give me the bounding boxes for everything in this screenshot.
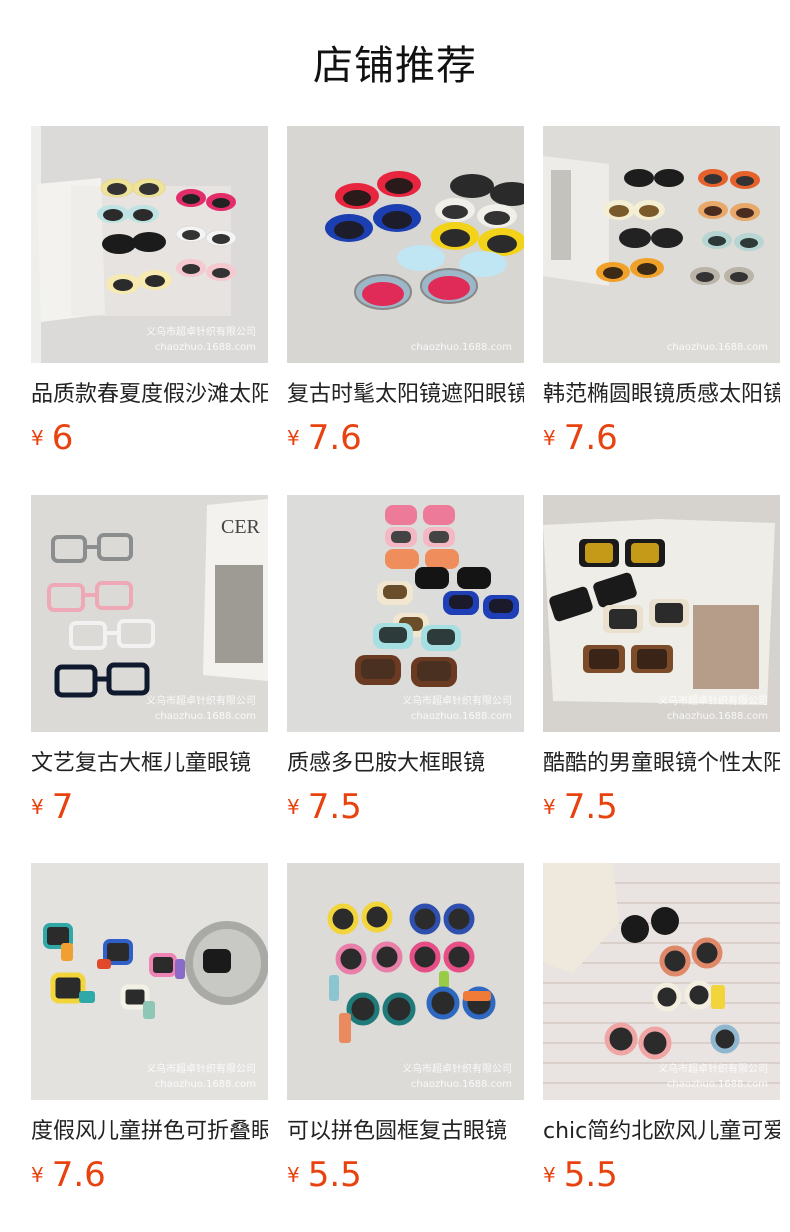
product-card[interactable]: CER 义乌市超卓针织有限公司 chaozhuo.1688.com 文艺复古大框… bbox=[31, 495, 268, 827]
product-price: ¥7.6 bbox=[31, 1155, 106, 1195]
product-photo-sunglasses bbox=[287, 126, 524, 363]
product-image[interactable]: 义乌市超卓针织有限公司 chaozhuo.1688.com bbox=[287, 495, 524, 732]
product-card[interactable]: 义乌市超卓针织有限公司 chaozhuo.1688.com 品质款春夏度假沙滩太… bbox=[31, 126, 268, 458]
product-card[interactable]: chaozhuo.1688.com 韩范椭圆眼镜质感太阳镜 ¥7.6 bbox=[543, 126, 780, 458]
product-title[interactable]: 酷酷的男童眼镜个性太阳镜 bbox=[543, 748, 780, 782]
currency-symbol: ¥ bbox=[31, 426, 44, 450]
price-value: 5.5 bbox=[307, 1155, 362, 1195]
price-value: 7.6 bbox=[51, 1155, 106, 1195]
shop-recommendation-page: 店铺推荐 义乌市超卓针织有限公司 chaozhuo.1688.com 品质款春夏… bbox=[0, 0, 790, 1232]
product-photo-sunglasses bbox=[31, 863, 268, 1100]
product-price: ¥7.5 bbox=[543, 787, 618, 827]
price-value: 5.5 bbox=[563, 1155, 618, 1195]
product-card[interactable]: chaozhuo.1688.com 复古时髦太阳镜遮阳眼镜 ¥7.6 bbox=[287, 126, 524, 458]
product-title[interactable]: 品质款春夏度假沙滩太阳镜 bbox=[31, 379, 268, 413]
product-card[interactable]: 义乌市超卓针织有限公司 chaozhuo.1688.com 酷酷的男童眼镜个性太… bbox=[543, 495, 780, 827]
product-image[interactable]: 义乌市超卓针织有限公司 chaozhuo.1688.com bbox=[543, 495, 780, 732]
product-price: ¥5.5 bbox=[287, 1155, 362, 1195]
product-image[interactable]: CER 义乌市超卓针织有限公司 chaozhuo.1688.com bbox=[31, 495, 268, 732]
currency-symbol: ¥ bbox=[31, 795, 44, 819]
product-price: ¥5.5 bbox=[543, 1155, 618, 1195]
product-price: ¥6 bbox=[31, 418, 73, 458]
currency-symbol: ¥ bbox=[543, 426, 556, 450]
product-photo-sunglasses bbox=[543, 495, 780, 732]
currency-symbol: ¥ bbox=[543, 1163, 556, 1187]
product-image[interactable]: chaozhuo.1688.com bbox=[543, 126, 780, 363]
price-value: 7.5 bbox=[563, 787, 618, 827]
currency-symbol: ¥ bbox=[287, 426, 300, 450]
product-photo-sunglasses bbox=[287, 495, 524, 732]
product-price: ¥7.6 bbox=[287, 418, 362, 458]
product-title[interactable]: 文艺复古大框儿童眼镜 bbox=[31, 748, 268, 782]
price-value: 7.6 bbox=[563, 418, 618, 458]
product-photo-glasses: CER bbox=[31, 495, 268, 732]
page-title: 店铺推荐 bbox=[313, 43, 477, 89]
price-value: 7.5 bbox=[307, 787, 362, 827]
product-image[interactable]: 义乌市超卓针织有限公司 chaozhuo.1688.com bbox=[287, 863, 524, 1100]
product-title[interactable]: chic简约北欧风儿童可爱眼镜 bbox=[543, 1116, 780, 1150]
product-image[interactable]: 义乌市超卓针织有限公司 chaozhuo.1688.com bbox=[31, 863, 268, 1100]
product-card[interactable]: 义乌市超卓针织有限公司 chaozhuo.1688.com 度假风儿童拼色可折叠… bbox=[31, 863, 268, 1195]
product-image[interactable]: 义乌市超卓针织有限公司 chaozhuo.1688.com bbox=[31, 126, 268, 363]
product-card[interactable]: 义乌市超卓针织有限公司 chaozhuo.1688.com 可以拼色圆框复古眼镜… bbox=[287, 863, 524, 1195]
currency-symbol: ¥ bbox=[31, 1163, 44, 1187]
product-price: ¥7.6 bbox=[543, 418, 618, 458]
price-value: 6 bbox=[51, 418, 74, 458]
product-price: ¥7.5 bbox=[287, 787, 362, 827]
currency-symbol: ¥ bbox=[543, 795, 556, 819]
price-value: 7 bbox=[51, 787, 74, 827]
product-title[interactable]: 可以拼色圆框复古眼镜 bbox=[287, 1116, 524, 1150]
price-value: 7.6 bbox=[307, 418, 362, 458]
product-image[interactable]: chaozhuo.1688.com bbox=[287, 126, 524, 363]
product-title[interactable]: 质感多巴胺大框眼镜 bbox=[287, 748, 524, 782]
product-photo-sunglasses bbox=[287, 863, 524, 1100]
product-image[interactable]: 义乌市超卓针织有限公司 chaozhuo.1688.com bbox=[543, 863, 780, 1100]
product-title[interactable]: 韩范椭圆眼镜质感太阳镜 bbox=[543, 379, 780, 413]
svg-text:CER: CER bbox=[221, 516, 261, 538]
product-card[interactable]: 义乌市超卓针织有限公司 chaozhuo.1688.com chic简约北欧风儿… bbox=[543, 863, 780, 1195]
product-photo-sunglasses bbox=[31, 126, 268, 363]
product-title[interactable]: 复古时髦太阳镜遮阳眼镜 bbox=[287, 379, 524, 413]
currency-symbol: ¥ bbox=[287, 795, 300, 819]
currency-symbol: ¥ bbox=[287, 1163, 300, 1187]
product-card[interactable]: 义乌市超卓针织有限公司 chaozhuo.1688.com 质感多巴胺大框眼镜 … bbox=[287, 495, 524, 827]
product-title[interactable]: 度假风儿童拼色可折叠眼镜 bbox=[31, 1116, 268, 1150]
product-photo-sunglasses bbox=[543, 126, 780, 363]
product-photo-sunglasses bbox=[543, 863, 780, 1100]
product-price: ¥7 bbox=[31, 787, 73, 827]
